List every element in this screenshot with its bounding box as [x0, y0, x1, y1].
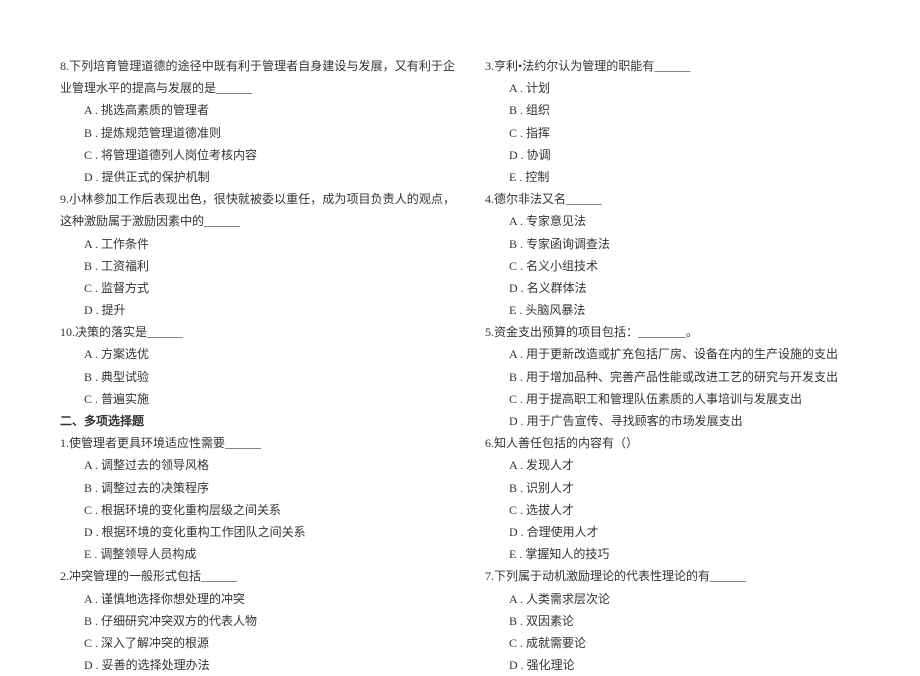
q5-option-c: C . 用于提高职工和管理队伍素质的人事培训与发展支出 — [485, 388, 880, 410]
q3-text: 3.亨利•法约尔认为管理的职能有______ — [485, 55, 880, 77]
question-8: 8.下列培育管理道德的途径中既有利于管理者自身建设与发展，又有利于企业管理水平的… — [60, 55, 455, 188]
question-8-text: 8.下列培育管理道德的途径中既有利于管理者自身建设与发展，又有利于企业管理水平的… — [60, 55, 455, 99]
q4-option-c: C . 名义小组技术 — [485, 255, 880, 277]
q6-option-b: B . 识别人才 — [485, 477, 880, 499]
mq2-option-a: A . 谨慎地选择你想处理的冲突 — [60, 588, 455, 610]
mq1-option-c: C . 根据环境的变化重构层级之间关系 — [60, 499, 455, 521]
mq1-option-b: B . 调整过去的决策程序 — [60, 477, 455, 499]
mq2-text: 2.冲突管理的一般形式包括______ — [60, 565, 455, 587]
q9-option-a: A . 工作条件 — [60, 233, 455, 255]
q4-text: 4.德尔非法又名______ — [485, 188, 880, 210]
q6-option-d: D . 合理使用人才 — [485, 521, 880, 543]
q4-option-b: B . 专家函询调查法 — [485, 233, 880, 255]
q6-option-e: E . 掌握知人的技巧 — [485, 543, 880, 565]
q6-text: 6.知人善任包括的内容有（） — [485, 432, 880, 454]
multi-question-1: 1.使管理者更具环境适应性需要______ A . 调整过去的领导风格 B . … — [60, 432, 455, 565]
q7-text: 7.下列属于动机激励理论的代表性理论的有______ — [485, 565, 880, 587]
question-7: 7.下列属于动机激励理论的代表性理论的有______ A . 人类需求层次论 B… — [485, 565, 880, 676]
q10-option-b: B . 典型试验 — [60, 366, 455, 388]
q8-option-a: A . 挑选高素质的管理者 — [60, 99, 455, 121]
left-column: 8.下列培育管理道德的途径中既有利于管理者自身建设与发展，又有利于企业管理水平的… — [60, 55, 455, 676]
q3-option-d: D . 协调 — [485, 144, 880, 166]
q8-option-c: C . 将管理道德列人岗位考核内容 — [60, 144, 455, 166]
q10-option-a: A . 方案选优 — [60, 343, 455, 365]
q9-option-c: C . 监督方式 — [60, 277, 455, 299]
q3-option-a: A . 计划 — [485, 77, 880, 99]
question-10-text: 10.决策的落实是______ — [60, 321, 455, 343]
q4-option-e: E . 头脑风暴法 — [485, 299, 880, 321]
q9-option-d: D . 提升 — [60, 299, 455, 321]
q5-option-a: A . 用于更新改造或扩充包括厂房、设备在内的生产设施的支出 — [485, 343, 880, 365]
right-column: 3.亨利•法约尔认为管理的职能有______ A . 计划 B . 组织 C .… — [485, 55, 880, 676]
question-6: 6.知人善任包括的内容有（） A . 发现人才 B . 识别人才 C . 选拔人… — [485, 432, 880, 565]
section-header-multi: 二、多项选择题 — [60, 410, 455, 432]
q3-option-c: C . 指挥 — [485, 122, 880, 144]
mq1-option-a: A . 调整过去的领导风格 — [60, 454, 455, 476]
question-3: 3.亨利•法约尔认为管理的职能有______ A . 计划 B . 组织 C .… — [485, 55, 880, 188]
q7-option-b: B . 双因素论 — [485, 610, 880, 632]
q4-option-d: D . 名义群体法 — [485, 277, 880, 299]
mq1-text: 1.使管理者更具环境适应性需要______ — [60, 432, 455, 454]
q6-option-c: C . 选拔人才 — [485, 499, 880, 521]
q7-option-d: D . 强化理论 — [485, 654, 880, 676]
q3-option-b: B . 组织 — [485, 99, 880, 121]
question-10: 10.决策的落实是______ A . 方案选优 B . 典型试验 C . 普遍… — [60, 321, 455, 410]
question-9: 9.小林参加工作后表现出色，很快就被委以重任，成为项目负责人的观点，这种激励属于… — [60, 188, 455, 321]
q5-text: 5.资金支出预算的项目包括：________。 — [485, 321, 880, 343]
q8-blank: ______ — [216, 81, 252, 95]
question-9-text: 9.小林参加工作后表现出色，很快就被委以重任，成为项目负责人的观点，这种激励属于… — [60, 188, 455, 232]
question-4: 4.德尔非法又名______ A . 专家意见法 B . 专家函询调查法 C .… — [485, 188, 880, 321]
question-5: 5.资金支出预算的项目包括：________。 A . 用于更新改造或扩充包括厂… — [485, 321, 880, 432]
q9-blank: ______ — [204, 214, 240, 228]
q7-option-a: A . 人类需求层次论 — [485, 588, 880, 610]
q5-option-b: B . 用于增加品种、完善产品性能或改进工艺的研究与开发支出 — [485, 366, 880, 388]
mq1-option-e: E . 调整领导人员构成 — [60, 543, 455, 565]
q4-option-a: A . 专家意见法 — [485, 210, 880, 232]
q5-option-d: D . 用于广告宣传、寻找顾客的市场发展支出 — [485, 410, 880, 432]
mq1-option-d: D . 根据环境的变化重构工作团队之间关系 — [60, 521, 455, 543]
multi-question-2: 2.冲突管理的一般形式包括______ A . 谨慎地选择你想处理的冲突 B .… — [60, 565, 455, 676]
q6-option-a: A . 发现人才 — [485, 454, 880, 476]
mq2-option-d: D . 妥善的选择处理办法 — [60, 654, 455, 676]
q3-option-e: E . 控制 — [485, 166, 880, 188]
q9-option-b: B . 工资福利 — [60, 255, 455, 277]
q8-option-d: D . 提供正式的保护机制 — [60, 166, 455, 188]
q8-option-b: B . 提炼规范管理道德准则 — [60, 122, 455, 144]
q9-stem: 9.小林参加工作后表现出色，很快就被委以重任，成为项目负责人的观点，这种激励属于… — [60, 192, 455, 228]
q8-stem: 8.下列培育管理道德的途径中既有利于管理者自身建设与发展，又有利于企业管理水平的… — [60, 59, 455, 95]
q10-option-c: C . 普遍实施 — [60, 388, 455, 410]
mq2-option-b: B . 仔细研究冲突双方的代表人物 — [60, 610, 455, 632]
